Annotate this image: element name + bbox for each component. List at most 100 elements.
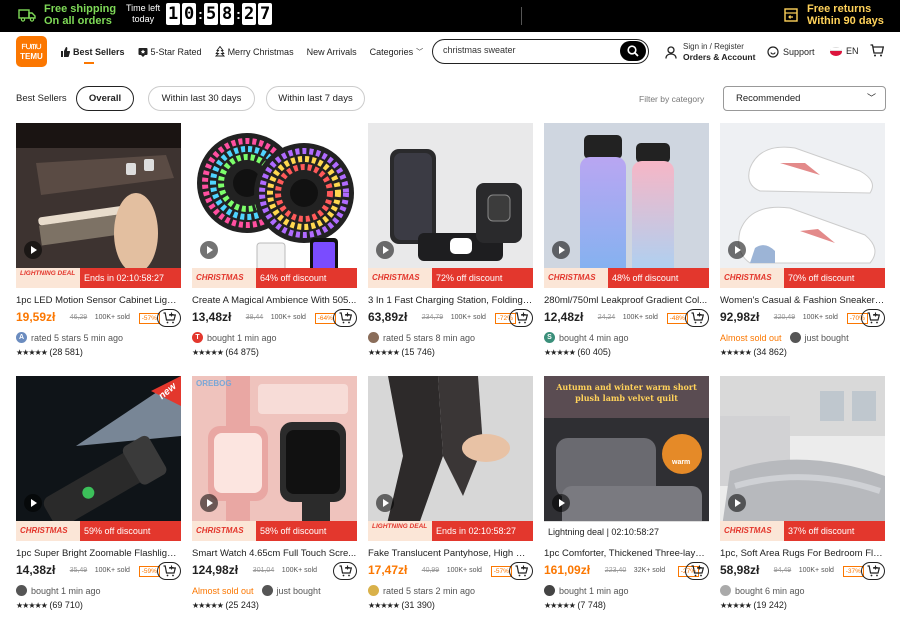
product-card[interactable]: CHRISTMAS 72% off discount 3 In 1 Fast C… [368, 123, 533, 363]
price-row: 63,89zł 234,79 100K+ sold -72% [368, 309, 533, 327]
product-title[interactable]: 1pc, Soft Area Rugs For Bedroom Fluf... [720, 548, 885, 559]
original-price: 301,04 [252, 567, 275, 574]
tab-overall[interactable]: Overall [76, 86, 134, 111]
original-price: 46,29 [69, 314, 88, 321]
logo-text: TEMU [20, 52, 43, 61]
main-nav: Best Sellers 5-Star Rated Merry Christma… [60, 46, 436, 57]
deal-badge-tag: LIGHTNING DEAL [368, 521, 432, 541]
product-title[interactable]: Create A Magical Ambience With 505... [192, 295, 357, 306]
watch-brand-label: OREBOG [196, 379, 232, 388]
cart-button[interactable] [870, 44, 885, 62]
nav-categories[interactable]: Categories ﹀ [370, 46, 424, 57]
product-title[interactable]: 1pc Comforter, Thickened Three-layer... [544, 548, 709, 559]
play-video-icon[interactable] [728, 494, 746, 512]
add-to-cart-button[interactable] [509, 309, 533, 327]
price-row: 92,98zł 320,49 100K+ sold -70% [720, 309, 885, 327]
product-card[interactable]: CHRISTMAS 70% off discount Women's Casua… [720, 123, 885, 363]
product-card[interactable]: OREBOG CHRISTMAS 58% off discount Smart … [192, 376, 357, 616]
deal-badge-label: CHRISTMAS [548, 273, 596, 282]
add-to-cart-button[interactable] [685, 309, 709, 327]
add-to-cart-button[interactable] [333, 562, 357, 580]
add-to-cart-button[interactable] [861, 309, 885, 327]
product-card[interactable]: CHRISTMAS 48% off discount 280ml/750ml L… [544, 123, 709, 363]
sold-count: 100K+ sold [622, 314, 658, 321]
buyer-avatar: S [544, 332, 555, 343]
social-proof-text: bought 1 min ago [207, 332, 277, 343]
language-selector[interactable]: EN [830, 46, 859, 56]
product-card[interactable]: CHRISTMAS 64% off discount Create A Magi… [192, 123, 357, 363]
play-video-icon[interactable] [24, 241, 42, 259]
original-price: 40,99 [421, 567, 440, 574]
product-image[interactable] [368, 123, 533, 288]
chevron-down-icon: ﹀ [416, 48, 424, 56]
sort-value: Recommended [736, 93, 801, 104]
product-card[interactable]: LIGHTNING DEAL Ends in 02:10:58:27 1pc L… [16, 123, 181, 363]
nav-new-arrivals[interactable]: New Arrivals [307, 46, 357, 57]
christmas-tree-icon [214, 46, 225, 57]
product-title[interactable]: 3 In 1 Fast Charging Station, Folding ..… [368, 295, 533, 306]
add-to-cart-button[interactable] [333, 309, 357, 327]
product-card[interactable]: CHRISTMAS 37% off discount 1pc, Soft Are… [720, 376, 885, 616]
nav-merry-christmas[interactable]: Merry Christmas [214, 46, 294, 57]
play-video-icon[interactable] [552, 494, 570, 512]
play-video-icon[interactable] [552, 241, 570, 259]
deal-badge-tag: LIGHTNING DEAL [16, 268, 80, 288]
add-to-cart-icon [691, 312, 704, 324]
play-video-icon[interactable] [200, 241, 218, 259]
product-image[interactable] [16, 123, 181, 288]
product-image[interactable] [192, 123, 357, 288]
nav-label: Categories [369, 46, 414, 57]
product-card[interactable]: Autumn and winter warm short plush lamb … [544, 376, 709, 616]
sort-dropdown[interactable]: Recommended ﹀ [723, 86, 886, 111]
add-to-cart-button[interactable] [685, 562, 709, 580]
product-image[interactable] [720, 376, 885, 541]
nav-best-sellers[interactable]: Best Sellers [60, 46, 125, 57]
product-price: 124,98zł [192, 563, 239, 577]
product-card[interactable]: new CHRISTMAS 59% off discount 1pc Super… [16, 376, 181, 616]
add-to-cart-button[interactable] [509, 562, 533, 580]
product-image[interactable] [368, 376, 533, 541]
support-link[interactable]: Support [767, 46, 815, 58]
play-video-icon[interactable] [728, 241, 746, 259]
product-image[interactable]: new [16, 376, 181, 541]
product-title[interactable]: Women's Casual & Fashion Sneakers,... [720, 295, 885, 306]
deal-badge-text: 58% off discount [256, 521, 357, 541]
filter-by-category[interactable]: Filter by category [639, 94, 704, 104]
original-price: 38,44 [245, 314, 264, 321]
social-proof: bought 1 min ago [16, 585, 181, 596]
deal-badge-tag: CHRISTMAS [16, 521, 80, 541]
tab-last-7-days[interactable]: Within last 7 days [266, 86, 365, 111]
product-image[interactable]: Autumn and winter warm short plush lamb … [544, 376, 709, 541]
deal-badge-label: LIGHTNING DEAL [20, 270, 76, 278]
add-to-cart-button[interactable] [861, 562, 885, 580]
nav-five-star-rated[interactable]: 5-Star Rated [138, 46, 202, 57]
add-to-cart-button[interactable] [157, 309, 181, 327]
search-button[interactable] [620, 41, 646, 61]
free-shipping-title: Free shipping [44, 3, 117, 15]
product-title[interactable]: 1pc Super Bright Zoomable Flashlight... [16, 548, 181, 559]
product-title[interactable]: 1pc LED Motion Sensor Cabinet Light,... [16, 295, 181, 306]
product-image[interactable]: OREBOG [192, 376, 357, 541]
sign-in-account[interactable]: Sign in / Register Orders & Account [665, 42, 755, 62]
add-to-cart-button[interactable] [157, 562, 181, 580]
deal-badge: CHRISTMAS 70% off discount [720, 268, 885, 288]
product-image[interactable] [720, 123, 885, 288]
free-returns-banner[interactable]: Free returns Within 90 days [783, 3, 884, 27]
product-title[interactable]: Smart Watch 4.65cm Full Touch Scre... [192, 548, 357, 559]
social-proof: Tbought 1 min ago [192, 332, 357, 343]
product-image[interactable] [544, 123, 709, 288]
play-video-icon[interactable] [24, 494, 42, 512]
nav-label: New Arrivals [306, 46, 357, 57]
price-row: 161,09zł 223,40 32K+ sold -27% [544, 562, 709, 580]
tab-last-30-days[interactable]: Within last 30 days [148, 86, 255, 111]
free-shipping-banner[interactable]: Free shipping On all orders [18, 3, 116, 27]
play-video-icon[interactable] [200, 494, 218, 512]
play-video-icon[interactable] [376, 494, 394, 512]
search-input[interactable] [443, 45, 613, 55]
temu-logo[interactable]: ᖴᑌᗰᑌ TEMU [16, 36, 47, 67]
product-card[interactable]: LIGHTNING DEAL Ends in 02:10:58:27 Fake … [368, 376, 533, 616]
play-video-icon[interactable] [376, 241, 394, 259]
product-title[interactable]: Fake Translucent Pantyhose, High Wa... [368, 548, 533, 559]
product-title[interactable]: 280ml/750ml Leakproof Gradient Col... [544, 295, 709, 306]
sold-count: 100K+ sold [270, 314, 306, 321]
